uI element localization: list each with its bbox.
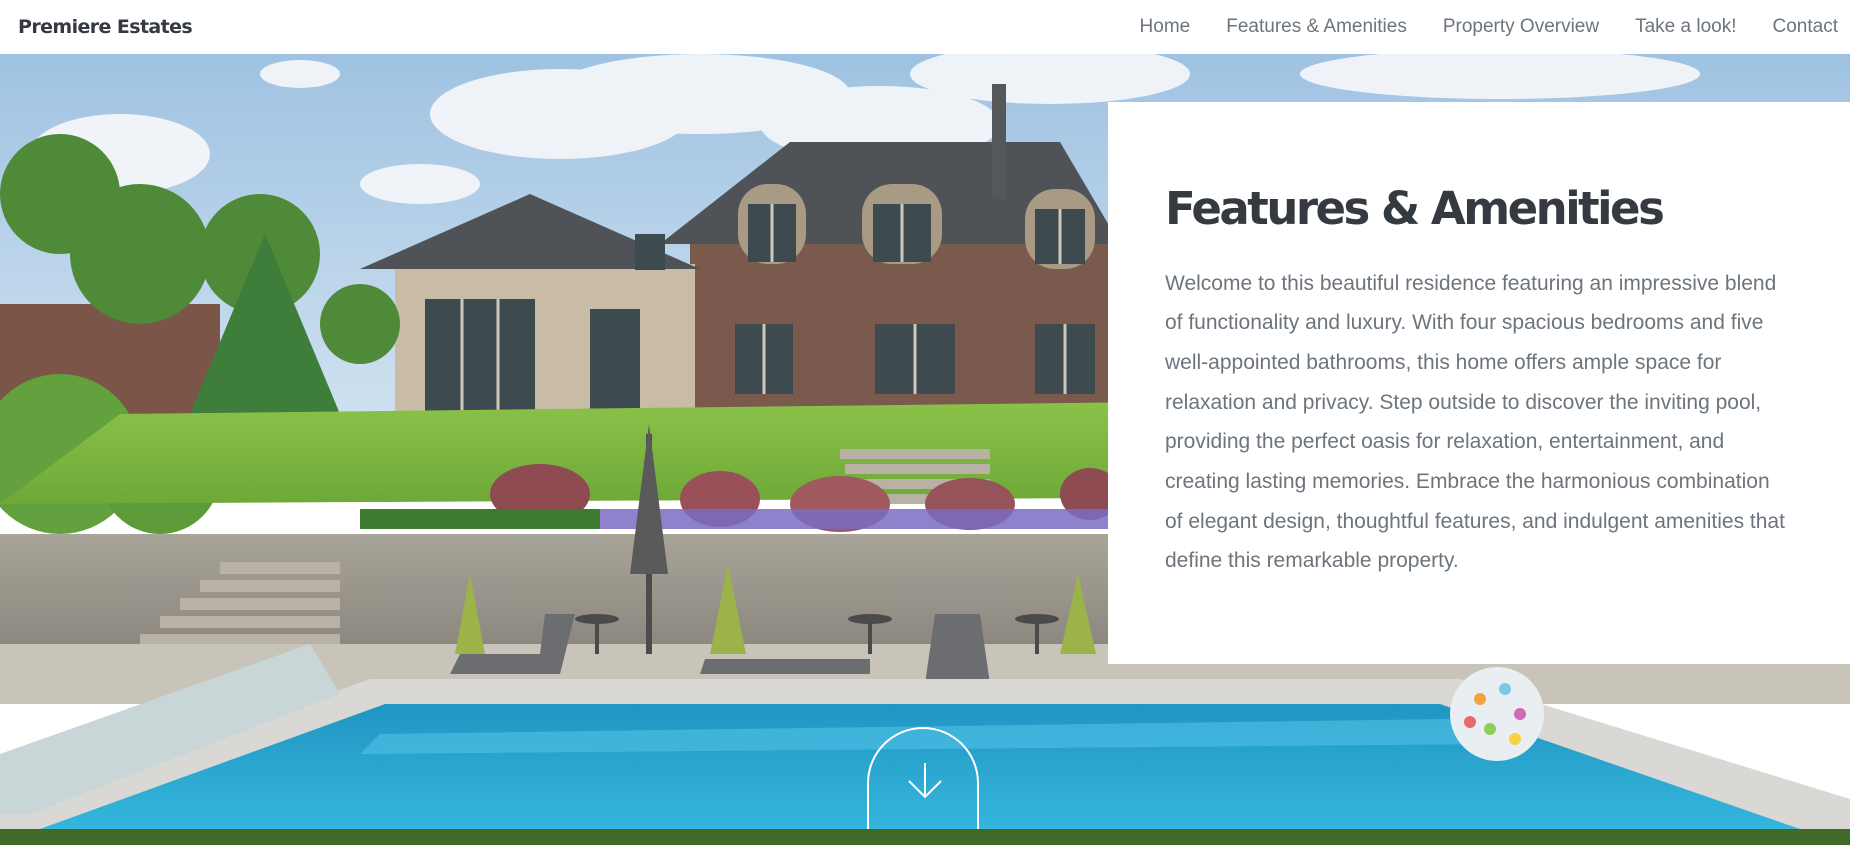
nav-link-home[interactable]: Home: [1140, 16, 1191, 38]
nav-link-take-a-look[interactable]: Take a look!: [1635, 16, 1736, 38]
arrow-down-icon: [908, 763, 942, 799]
top-navbar: Premiere Estates Home Features & Ameniti…: [0, 0, 1850, 54]
lawn-strip: [0, 829, 1850, 845]
nav-link-property-overview[interactable]: Property Overview: [1443, 16, 1599, 38]
brand-logo[interactable]: Premiere Estates: [18, 16, 193, 38]
features-heading: Features & Amenities: [1165, 182, 1665, 235]
nav-links: Home Features & Amenities Property Overv…: [1104, 16, 1838, 38]
features-amenities-card: Features & Amenities Welcome to this bea…: [1108, 102, 1850, 664]
nav-link-features-amenities[interactable]: Features & Amenities: [1226, 16, 1407, 38]
nav-link-contact[interactable]: Contact: [1773, 16, 1838, 38]
scroll-down-button[interactable]: [867, 727, 979, 829]
features-description: Welcome to this beautiful residence feat…: [1165, 271, 1785, 573]
